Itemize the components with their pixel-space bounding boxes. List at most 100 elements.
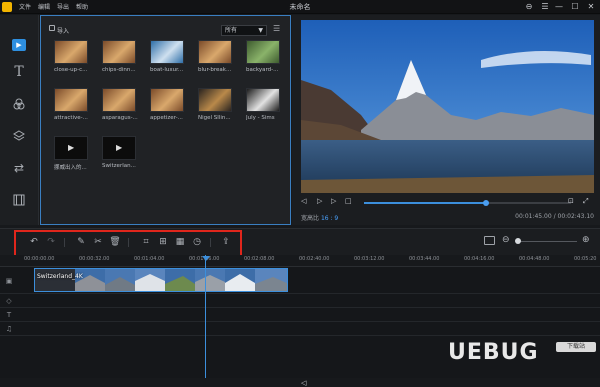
ruler-tick-label: 00:02:40.00	[299, 256, 330, 262]
freeze-frame-icon[interactable]: ▦	[174, 236, 186, 248]
cut-icon[interactable]: ✂	[92, 236, 104, 248]
text-track-icon: T	[6, 311, 12, 319]
export-clip-icon[interactable]: ⇪	[220, 236, 232, 248]
playhead[interactable]	[205, 255, 206, 378]
tool-sidebar: ▶ T ⇄	[0, 15, 39, 225]
media-thumbnail[interactable]	[102, 40, 136, 64]
media-caption: close-up-c...	[54, 67, 88, 73]
media-thumbnail[interactable]: ▶	[102, 136, 136, 160]
settings-menu-button[interactable]: ☰	[538, 1, 552, 13]
music-track	[0, 322, 600, 336]
playback-controls: ◁	[292, 197, 600, 387]
transition-icon[interactable]: ⇄	[10, 159, 28, 177]
zoom-slider[interactable]	[517, 241, 577, 242]
media-thumbnail[interactable]	[150, 40, 184, 64]
media-caption: Nigel Sllin...	[198, 115, 231, 121]
step-forward-icon[interactable]: ▷	[331, 197, 336, 205]
play-icon: ▶	[116, 143, 123, 152]
overlay-icon[interactable]	[10, 127, 28, 145]
minimize-button[interactable]: —	[552, 1, 566, 13]
speed-icon[interactable]: ◷	[191, 236, 203, 248]
media-library: 导入 所有 ▼ ☰ close-up-c... chips-dinn... boat…	[40, 15, 291, 225]
toolbar-divider	[64, 238, 65, 247]
media-caption: attractive-...	[54, 115, 88, 121]
media-caption: backyard-...	[246, 67, 279, 73]
crop-icon[interactable]: ⌗	[140, 236, 152, 248]
seek-progress	[364, 202, 487, 204]
filter-icon[interactable]	[10, 95, 28, 113]
media-thumbnail[interactable]	[102, 88, 136, 112]
text-track	[0, 308, 600, 322]
media-thumbnail[interactable]	[198, 88, 232, 112]
prev-frame-icon[interactable]: ◁	[301, 379, 306, 387]
watermark-badge: 下载站	[556, 342, 596, 352]
media-caption: chips-dinn...	[102, 67, 136, 73]
media-thumbnail[interactable]	[246, 88, 280, 112]
aspect-ratio-label: 宽高比	[301, 215, 320, 222]
media-thumbnail[interactable]	[150, 88, 184, 112]
ruler-tick-label: 00:02:08.00	[244, 256, 275, 262]
fullscreen-icon[interactable]: ⤢	[583, 197, 589, 206]
chevron-down-icon: ▼	[258, 27, 263, 34]
overlay-track-icon: ◇	[6, 297, 12, 305]
music-track-icon: ♫	[5, 325, 13, 333]
media-icon[interactable]: ▶	[12, 39, 26, 51]
preview-panel: ◁ ◁ ▷ ▷ □ ⊡ ⤢ 宽高比 16 : 9 00:01:45.00 / 0…	[292, 15, 600, 387]
snapshot-icon[interactable]: ⊡	[568, 197, 574, 205]
media-thumbnail[interactable]	[54, 88, 88, 112]
list-view-icon[interactable]: ☰	[273, 25, 283, 35]
video-preview	[301, 20, 594, 193]
toolbar-divider	[128, 238, 129, 247]
seek-bar[interactable]	[364, 200, 571, 206]
zoom-fit-icon[interactable]	[484, 236, 495, 245]
import-button[interactable]: 导入	[57, 26, 69, 35]
aspect-ratio[interactable]: 宽高比 16 : 9	[301, 213, 338, 222]
film-icon[interactable]	[10, 191, 28, 209]
watermark-logo: UEBUG	[448, 340, 539, 365]
stop-icon[interactable]: □	[345, 197, 352, 205]
maximize-button[interactable]: ☐	[568, 1, 582, 13]
aspect-ratio-value: 16 : 9	[320, 215, 339, 222]
play-icon: ▶	[68, 143, 75, 152]
video-clip[interactable]: Switzerland_4K	[34, 268, 288, 292]
media-thumbnail[interactable]: ▶	[54, 136, 88, 160]
ruler-tick-label: 00:04:16.00	[464, 256, 495, 262]
ruler-tick-label: 00:05:20	[574, 256, 597, 262]
edit-icon[interactable]: ✎	[75, 236, 87, 248]
media-caption: appetizer-...	[150, 115, 183, 121]
media-thumbnail[interactable]	[198, 40, 232, 64]
filter-value: 所有	[225, 27, 238, 34]
text-icon[interactable]: T	[10, 63, 28, 81]
media-caption: boat-luxur...	[150, 67, 184, 73]
zoom-in-icon[interactable]: ⊕	[582, 235, 590, 245]
media-caption: asparagus-...	[102, 115, 138, 121]
undo-icon[interactable]: ↶	[28, 236, 40, 248]
account-button[interactable]: ⊖	[522, 1, 536, 13]
video-track-icon: ▣	[5, 277, 13, 285]
playhead-marker[interactable]	[202, 256, 210, 261]
timeline-ruler[interactable]: 00:00:00.0000:00:32.0000:01:04.0000:01:3…	[0, 255, 600, 267]
media-thumbnail[interactable]	[54, 40, 88, 64]
ruler-tick-label: 00:01:04.00	[134, 256, 165, 262]
import-icon[interactable]	[49, 25, 55, 31]
zoom-out-icon[interactable]: ⊖	[502, 235, 510, 245]
media-caption: 挪威出入的...	[54, 165, 87, 171]
zoom-crop-icon[interactable]: ⊞	[157, 236, 169, 248]
close-button[interactable]: ✕	[584, 1, 598, 13]
step-back-icon[interactable]: ◁	[301, 197, 306, 205]
delete-icon[interactable]: 🗑	[109, 236, 121, 248]
clip-label: Switzerland_4K	[37, 273, 83, 280]
toolbar-divider	[210, 238, 211, 247]
ruler-tick-label: 00:03:12.00	[354, 256, 385, 262]
overlay-track	[0, 294, 600, 308]
filter-select[interactable]: 所有 ▼	[221, 25, 267, 36]
media-caption: July - Sims	[246, 115, 275, 121]
title-bar: 文件 编辑 导出 帮助 未命名 ⊖ ☰ — ☐ ✕	[0, 0, 600, 14]
zoom-slider-handle[interactable]	[515, 238, 521, 244]
media-thumbnail[interactable]	[246, 40, 280, 64]
ruler-tick-label: 00:03:44.00	[409, 256, 440, 262]
redo-icon[interactable]: ↷	[45, 236, 57, 248]
play-icon[interactable]: ▷	[317, 197, 322, 205]
media-caption: blur-break...	[198, 67, 232, 73]
ruler-tick-label: 00:00:32.00	[79, 256, 110, 262]
